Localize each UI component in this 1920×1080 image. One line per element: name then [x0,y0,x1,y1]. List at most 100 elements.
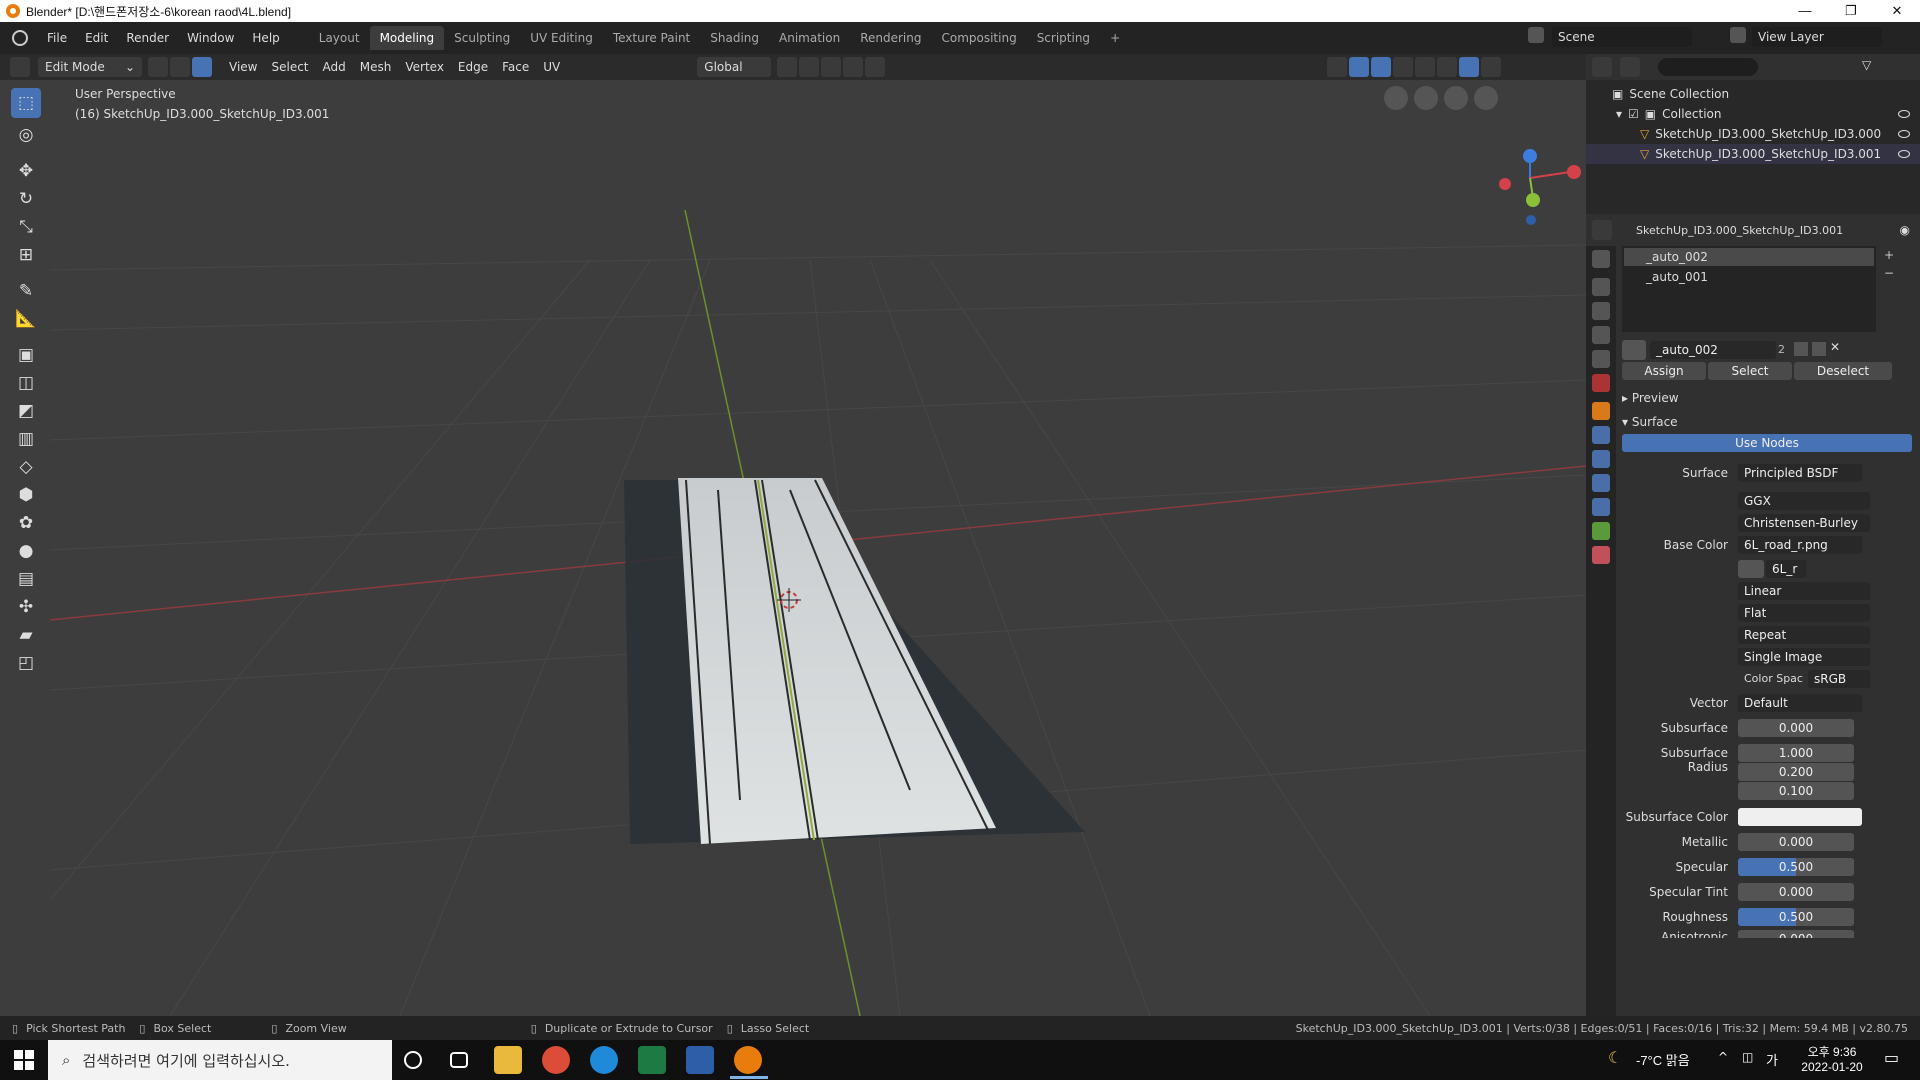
shrink-fatten-tool-icon[interactable]: ✣ [11,592,41,622]
blender-taskbar-icon[interactable] [734,1046,762,1074]
tab-layout[interactable]: Layout [309,26,370,50]
windows-start-icon[interactable] [14,1050,34,1070]
move-tool-icon[interactable]: ✥ [11,156,41,186]
camera-view-icon[interactable] [1414,86,1438,110]
scene-selector[interactable]: Scene [1552,27,1692,47]
tab-scripting[interactable]: Scripting [1027,26,1100,50]
roughness-slider[interactable]: 0.500 [1738,908,1854,926]
eye-icon[interactable] [1898,110,1910,118]
notification-icon[interactable]: ▭ [1884,1048,1899,1067]
select-button[interactable]: Select [1708,362,1792,380]
tab-uv-editing[interactable]: UV Editing [520,26,603,50]
remove-slot-icon[interactable]: − [1884,266,1900,280]
rotate-tool-icon[interactable]: ↻ [11,184,41,214]
edge-select-icon[interactable] [170,57,190,77]
vector-field[interactable]: Default [1738,694,1862,712]
scene-tab-icon[interactable] [1592,350,1610,368]
fake-user-icon[interactable] [1794,342,1808,356]
physics-tab-icon[interactable] [1592,474,1610,492]
add-workspace-button[interactable]: + [1100,26,1130,50]
add-slot-icon[interactable]: + [1884,248,1900,262]
modifier-tab-icon[interactable] [1592,426,1610,444]
tab-texture-paint[interactable]: Texture Paint [603,26,700,50]
tab-shading[interactable]: Shading [700,26,769,50]
shading-wireframe-icon[interactable] [1415,57,1436,77]
gizmo-icon[interactable] [1349,57,1370,77]
deselect-button[interactable]: Deselect [1794,362,1892,380]
world-tab-icon[interactable] [1592,374,1610,392]
source-dropdown[interactable]: Single Image [1738,648,1870,666]
expand-icon[interactable]: ▾ [1616,107,1622,121]
menu-window[interactable]: Window [178,31,243,45]
subsurface-radius-y[interactable]: 0.200 [1738,763,1854,781]
assign-button[interactable]: Assign [1622,362,1706,380]
particles-tab-icon[interactable] [1592,450,1610,468]
xray-icon[interactable] [1393,57,1414,77]
interpolation-dropdown[interactable]: Linear [1738,582,1870,600]
menu-mesh[interactable]: Mesh [353,57,399,77]
cursor-tool-icon[interactable]: ◎ [11,120,41,150]
constraints-tab-icon[interactable] [1592,498,1610,516]
metallic-field[interactable]: 0.000 [1738,833,1854,851]
face-select-icon[interactable] [192,57,212,77]
edge-icon[interactable] [590,1046,618,1074]
tab-sculpting[interactable]: Sculpting [444,26,520,50]
projection-dropdown[interactable]: Flat [1738,604,1870,622]
annotate-tool-icon[interactable]: ✎ [11,276,41,306]
data-tab-icon[interactable] [1592,522,1610,540]
menu-add[interactable]: Add [316,57,353,77]
editor-type-icon[interactable] [1592,57,1612,77]
shading-solid-icon[interactable] [1437,57,1458,77]
tab-animation[interactable]: Animation [769,26,850,50]
pan-hand-icon[interactable] [1444,86,1468,110]
shear-tool-icon[interactable]: ▰ [11,620,41,650]
menu-face[interactable]: Face [495,57,536,77]
snap-target-icon[interactable] [821,57,842,77]
specular-tint-field[interactable]: 0.000 [1738,883,1854,901]
tool-tab-icon[interactable] [1592,250,1610,268]
menu-file[interactable]: File [38,31,76,45]
weather-text[interactable]: -7°C 맑음 [1636,1050,1690,1069]
extension-dropdown[interactable]: Repeat [1738,626,1870,644]
tray-chevron-icon[interactable]: ^ [1718,1050,1728,1064]
unlink-icon[interactable]: ✕ [1830,340,1840,354]
checkbox-icon[interactable]: ☑ [1628,107,1639,121]
image-browse-icon[interactable] [1738,560,1764,578]
scale-tool-icon[interactable]: ⤡ [11,212,41,242]
maximize-button[interactable]: ❐ [1828,0,1874,22]
subsurface-field[interactable]: 0.000 [1738,719,1854,737]
minimize-button[interactable]: — [1782,0,1828,22]
menu-render[interactable]: Render [117,31,178,45]
knife-tool-icon[interactable]: ◇ [11,452,41,482]
shading-rendered-icon[interactable] [1481,57,1502,77]
outliner-search-input[interactable] [1658,58,1758,76]
bevel-tool-icon[interactable]: ◩ [11,396,41,426]
subsurface-method-dropdown[interactable]: Christensen-Burley [1738,514,1870,532]
render-tab-icon[interactable] [1592,278,1610,296]
menu-uv[interactable]: UV [536,57,567,77]
chrome-icon[interactable] [542,1046,570,1074]
object-tab-icon[interactable] [1592,402,1610,420]
close-button[interactable]: ✕ [1874,0,1920,22]
output-tab-icon[interactable] [1592,302,1610,320]
outliner-object-row-active[interactable]: ▽ SketchUp_ID3.000_SketchUp_ID3.001 [1586,144,1920,164]
filter-icon[interactable]: ▽ [1862,58,1880,76]
ime-indicator[interactable]: 가 [1766,1050,1778,1069]
inset-tool-icon[interactable]: ◫ [11,368,41,398]
menu-view[interactable]: View [222,57,264,77]
outliner-collection[interactable]: ▾ ☑ ▣ Collection [1586,104,1920,124]
menu-vertex[interactable]: Vertex [398,57,451,77]
material-slot-item[interactable]: _auto_002 [1624,248,1874,266]
subsurface-color-swatch[interactable] [1738,808,1862,826]
task-view-icon[interactable] [450,1052,468,1068]
subsurface-radius-x[interactable]: 1.000 [1738,744,1854,762]
toggle-camera-icon[interactable] [1384,86,1408,110]
menu-edit[interactable]: Edit [76,31,117,45]
snap-icon[interactable] [799,57,820,77]
surface-shader-field[interactable]: Principled BSDF [1738,464,1862,482]
material-tab-icon[interactable] [1592,546,1610,564]
menu-select[interactable]: Select [264,57,315,77]
taskbar-search-box[interactable]: ⌕ 검색하려면 여기에 입력하십시오. [48,1040,392,1080]
preview-panel-header[interactable]: ▸ Preview [1622,388,1892,408]
navigation-gizmo[interactable] [1499,149,1581,225]
